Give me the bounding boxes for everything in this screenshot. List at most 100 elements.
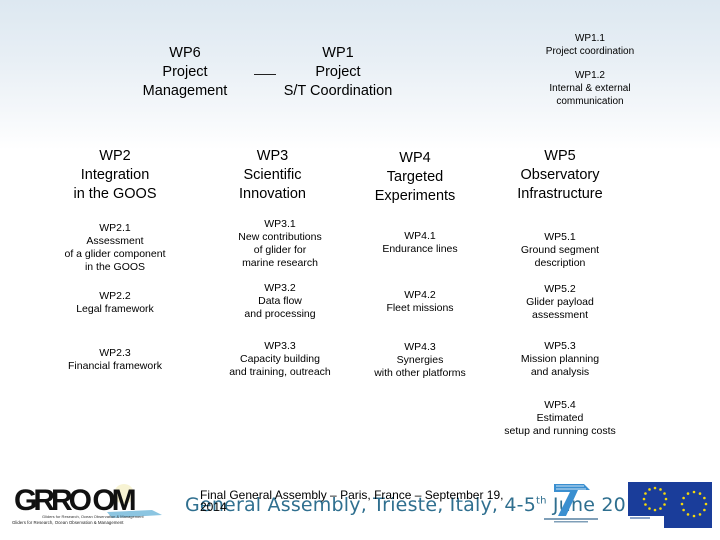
wp5-1-task: WP5.1 Ground segment description bbox=[485, 231, 635, 270]
wp5-code: WP5 bbox=[544, 148, 576, 164]
wp2-2-task: WP2.2 Legal framework bbox=[40, 290, 190, 316]
task-line: marine research bbox=[242, 257, 318, 269]
task-code: WP2.2 bbox=[99, 290, 131, 302]
wp6-code: WP6 bbox=[169, 45, 201, 61]
task-line: setup and running costs bbox=[504, 425, 616, 437]
task-line: Glider payload bbox=[526, 296, 594, 308]
task-line: New contributions bbox=[238, 231, 322, 243]
groom-logo-graphic: GRRO OM Gliders for Research, Ocean Obse… bbox=[12, 484, 162, 525]
overlay-line1: Final General Assembly – Paris, France –… bbox=[200, 488, 504, 502]
wp1-2-code: WP1.2 bbox=[574, 70, 605, 81]
eu-star-icon bbox=[663, 503, 666, 506]
task-line: with other platforms bbox=[374, 367, 466, 379]
wp5-3-task: WP5.3 Mission planning and analysis bbox=[485, 340, 635, 379]
wp1-1-line: Project coordination bbox=[545, 46, 635, 57]
task-line: Fleet missions bbox=[386, 302, 454, 314]
wp4-header: WP4 Targeted Experiments bbox=[355, 149, 475, 206]
wp4-2-task: WP4.2 Fleet missions bbox=[345, 289, 495, 315]
eu-star-icon bbox=[698, 492, 702, 495]
eu-star-icon bbox=[644, 503, 647, 506]
wp1-code: WP1 bbox=[322, 45, 354, 61]
eu-flag-logo bbox=[628, 482, 712, 528]
wp1-block: WP1 Project S/T Coordination bbox=[268, 44, 408, 101]
task-line: Data flow bbox=[258, 295, 302, 307]
wp4-title-line1: Targeted bbox=[386, 169, 444, 185]
eu-star-icon bbox=[692, 490, 696, 494]
task-line: Financial framework bbox=[68, 360, 162, 372]
groom-tagline: Gliders for Research, Ocean Observation … bbox=[12, 520, 124, 525]
wp3-header: WP3 Scientific Innovation bbox=[215, 147, 330, 204]
wp4-code: WP4 bbox=[399, 150, 431, 166]
task-code: WP3.2 bbox=[264, 282, 296, 294]
fp7-logo bbox=[540, 480, 602, 524]
wp1-2-line2: communication bbox=[556, 96, 624, 107]
task-line: Ground segment bbox=[520, 244, 600, 256]
fp7-logo-graphic bbox=[544, 484, 598, 523]
groom-logo-text: GRRO OM bbox=[14, 484, 135, 517]
task-line: of a glider component bbox=[64, 248, 166, 260]
eu-star-icon bbox=[682, 496, 685, 500]
task-line: and analysis bbox=[530, 366, 590, 378]
eu-star-icon bbox=[698, 513, 702, 516]
task-line: Estimated bbox=[536, 412, 584, 424]
eu-star-icon bbox=[686, 492, 690, 495]
task-code: WP4.3 bbox=[404, 341, 436, 353]
wp1-line2: S/T Coordination bbox=[283, 83, 393, 99]
task-line: description bbox=[534, 257, 586, 269]
wp3-3-task: WP3.3 Capacity building and training, ou… bbox=[205, 340, 355, 379]
wp3-2-task: WP3.2 Data flow and processing bbox=[205, 282, 355, 321]
task-code: WP5.2 bbox=[544, 283, 576, 295]
wp3-code: WP3 bbox=[256, 148, 289, 164]
task-line: of glider for bbox=[253, 244, 307, 256]
wp4-1-task: WP4.1 Endurance lines bbox=[345, 230, 495, 256]
svg-text:Gliders for Research, Ocean Ob: Gliders for Research, Ocean Observation … bbox=[42, 514, 144, 519]
task-code: WP3.1 bbox=[264, 218, 296, 230]
eu-star-icon bbox=[659, 488, 662, 491]
task-line: Synergies bbox=[396, 354, 444, 366]
footer-overlay-caption: Final General Assembly – Paris, France –… bbox=[200, 489, 520, 513]
eu-star-icon bbox=[653, 508, 657, 512]
eu-star-icon bbox=[653, 486, 657, 490]
wp4-3-task: WP4.3 Synergies with other platforms bbox=[345, 341, 495, 380]
task-code: WP5.3 bbox=[544, 340, 576, 352]
eu-star-icon bbox=[703, 508, 706, 512]
wp2-code: WP2 bbox=[99, 148, 131, 164]
wp3-1-task: WP3.1 New contributions of glider for ma… bbox=[205, 218, 355, 270]
task-code: WP4.1 bbox=[404, 230, 436, 242]
eu-star-icon bbox=[644, 492, 647, 495]
eu-star-icon bbox=[682, 508, 685, 512]
wp2-title-line2: in the GOOS bbox=[73, 186, 157, 202]
task-line: Capacity building bbox=[240, 353, 320, 365]
eu-star-icon bbox=[680, 502, 684, 506]
wp5-header: WP5 Observatory Infrastructure bbox=[500, 147, 620, 204]
wp1-line1: Project bbox=[315, 64, 361, 80]
task-line: Mission planning bbox=[520, 353, 600, 365]
wp5-2-task: WP5.2 Glider payload assessment bbox=[485, 283, 635, 322]
task-line: Endurance lines bbox=[382, 243, 458, 255]
wp1-1-block: WP1.1 Project coordination bbox=[510, 32, 670, 58]
wp4-title-line2: Experiments bbox=[374, 188, 456, 204]
wp6-line1: Project bbox=[162, 64, 208, 80]
eu-star-icon bbox=[686, 513, 690, 516]
wp1-1-code: WP1.1 bbox=[574, 33, 605, 44]
eu-star-icon bbox=[642, 497, 646, 501]
wp1-2-block: WP1.2 Internal & external communication bbox=[510, 69, 670, 108]
task-code: WP2.1 bbox=[99, 222, 131, 234]
task-line: assessment bbox=[531, 309, 589, 321]
wp2-1-task: WP2.1 Assessment of a glider component i… bbox=[40, 222, 190, 274]
wp5-title-line1: Observatory bbox=[520, 167, 600, 183]
eu-star-icon bbox=[692, 514, 696, 518]
task-line: Legal framework bbox=[76, 303, 154, 315]
wp2-header: WP2 Integration in the GOOS bbox=[60, 147, 170, 204]
task-code: WP4.2 bbox=[404, 289, 436, 301]
wp6-line2: Management bbox=[142, 83, 228, 99]
task-code: WP3.3 bbox=[264, 340, 296, 352]
eu-star-icon bbox=[648, 488, 651, 491]
wp2-title-line1: Integration bbox=[80, 167, 150, 183]
eu-star-icon bbox=[648, 507, 651, 510]
eu-star-icon bbox=[704, 502, 708, 506]
eu-star-icon bbox=[664, 497, 668, 501]
eu-star-icon bbox=[703, 496, 706, 500]
wp3-title-line2: Innovation bbox=[239, 186, 306, 202]
wp6-block: WP6 Project Management bbox=[130, 44, 240, 101]
